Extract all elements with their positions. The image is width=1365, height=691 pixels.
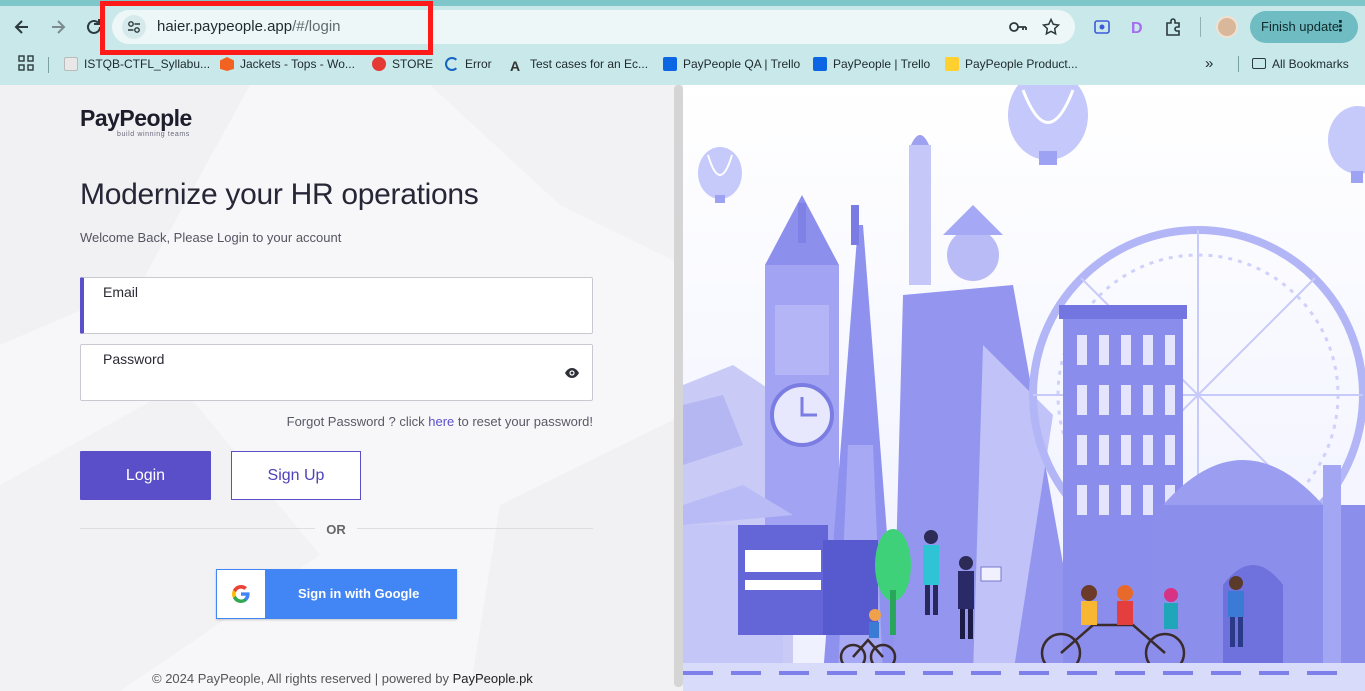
toolbar-separator — [1200, 17, 1201, 37]
svg-text:D: D — [1131, 20, 1143, 37]
email-input[interactable] — [106, 306, 546, 328]
forgot-password-text: Forgot Password ? click here to reset yo… — [287, 414, 593, 429]
browser-chrome: haier.paypeople.app/#/login D Finish upd… — [0, 0, 1365, 85]
google-g-icon — [232, 585, 250, 603]
email-field[interactable]: Email — [80, 277, 593, 334]
trello-icon — [663, 57, 677, 71]
bookmark-paypeople-qa-trello[interactable]: PayPeople QA | Trello — [663, 55, 800, 73]
magento-icon — [220, 57, 234, 71]
store-icon — [372, 57, 386, 71]
page-footer: © 2024 PayPeople, All rights reserved | … — [152, 671, 533, 686]
page-subtitle: Welcome Back, Please Login to your accou… — [80, 230, 342, 245]
google-logo-container — [217, 570, 265, 618]
extensions-puzzle-icon[interactable] — [1163, 17, 1183, 37]
bookmark-label: PayPeople | Trello — [833, 57, 931, 71]
logo-tagline: build winning teams — [117, 131, 190, 138]
page-title: Modernize your HR operations — [80, 178, 479, 211]
forward-button-icon[interactable] — [47, 16, 69, 38]
all-bookmarks-folder[interactable]: All Bookmarks — [1252, 55, 1349, 73]
bookmarks-separator — [48, 57, 49, 73]
logo-text: PayPeople — [80, 105, 192, 131]
world-landmarks-illustration — [683, 85, 1365, 691]
more-bookmarks-chevron-icon[interactable]: » — [1205, 55, 1213, 73]
bookmark-star-icon[interactable] — [1041, 17, 1061, 36]
left-panel-scrollbar[interactable] — [674, 85, 683, 687]
bookmark-store[interactable]: STORE — [372, 55, 433, 73]
bookmark-label: Error — [465, 57, 492, 71]
bookmark-paypeople-trello[interactable]: PayPeople | Trello — [813, 55, 930, 73]
login-button[interactable]: Login — [80, 451, 211, 500]
back-button-icon[interactable] — [11, 16, 33, 38]
bookmark-jackets[interactable]: Jackets - Tops - Wo... — [220, 55, 355, 73]
or-separator: OR — [315, 513, 357, 547]
password-label: Password — [103, 351, 165, 367]
error-spinner-icon — [445, 57, 459, 71]
bookmark-label: ISTQB-CTFL_Syllabu... — [84, 57, 211, 71]
bookmark-label: Jackets - Tops - Wo... — [240, 57, 355, 71]
email-label: Email — [103, 284, 139, 300]
footer-copyright: © 2024 PayPeople, All rights reserved | … — [152, 671, 453, 686]
bookmarks-separator — [1238, 56, 1239, 72]
a-letter-icon: A — [510, 58, 521, 74]
login-panel: PayPeople build winning teams Modernize … — [0, 85, 683, 691]
screen-capture-extension-icon[interactable] — [1092, 17, 1112, 37]
password-field[interactable]: Password — [80, 344, 593, 401]
bookmark-label: Test cases for an Ec... — [530, 57, 649, 71]
profile-avatar[interactable] — [1216, 16, 1238, 38]
google-sign-in-button[interactable]: Sign in with Google — [216, 569, 457, 619]
bookmark-label: PayPeople Product... — [965, 57, 1078, 71]
reset-password-link[interactable]: here — [428, 414, 454, 429]
menu-kebab-icon: ⋮ — [1333, 18, 1348, 35]
mosque-dome-icon — [1153, 460, 1365, 675]
miro-icon — [945, 57, 959, 71]
show-password-eye-icon[interactable] — [564, 366, 580, 380]
bookmark-istqb[interactable]: ISTQB-CTFL_Syllabu... — [64, 55, 210, 73]
bookmark-label: STORE — [392, 57, 434, 71]
finish-update-label: Finish update — [1261, 19, 1340, 34]
istqb-icon — [64, 57, 78, 71]
bookmark-test-cases[interactable]: A Test cases for an Ec... — [510, 55, 648, 73]
all-bookmarks-label: All Bookmarks — [1272, 57, 1349, 71]
bookmark-error[interactable]: Error — [445, 55, 492, 73]
forgot-suffix: to reset your password! — [454, 414, 593, 429]
bookmark-paypeople-product[interactable]: PayPeople Product... — [945, 55, 1078, 73]
google-sign-in-label: Sign in with Google — [298, 586, 420, 601]
apps-grid-icon[interactable] — [18, 55, 34, 73]
finish-update-button[interactable]: Finish update ⋮ — [1250, 11, 1358, 43]
footer-brand-link[interactable]: PayPeople.pk — [453, 671, 533, 686]
bus-stop-shop-icon — [738, 525, 878, 635]
trello-icon — [813, 57, 827, 71]
sign-up-button[interactable]: Sign Up — [231, 451, 361, 500]
hero-illustration — [683, 85, 1365, 691]
bookmark-label: PayPeople QA | Trello — [683, 57, 801, 71]
url-highlight-annotation — [100, 1, 433, 55]
d-extension-icon[interactable]: D — [1128, 17, 1148, 37]
password-input[interactable] — [103, 373, 543, 395]
bookmarks-bar: ISTQB-CTFL_Syllabu... Jackets - Tops - W… — [0, 52, 1365, 76]
folder-icon — [1252, 58, 1266, 69]
forgot-prefix: Forgot Password ? click — [286, 414, 429, 429]
paypeople-logo: PayPeople build winning teams — [80, 105, 198, 141]
password-key-icon[interactable] — [1008, 18, 1027, 36]
